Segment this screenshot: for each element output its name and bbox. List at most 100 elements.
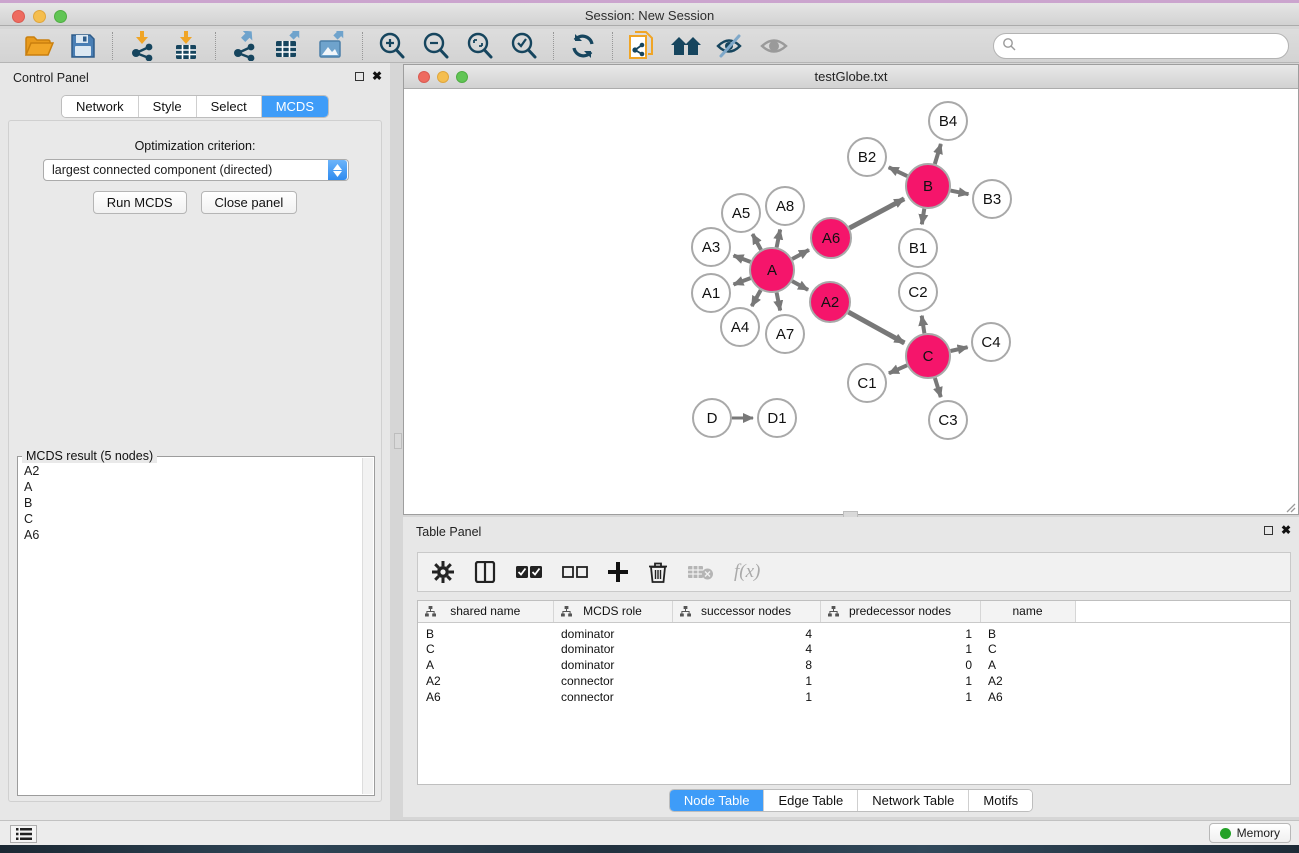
node-table[interactable]: shared nameMCDS rolesuccessor nodesprede… — [417, 600, 1291, 785]
network-window-titlebar[interactable]: testGlobe.txt — [404, 65, 1298, 89]
table-cell[interactable]: 1 — [672, 673, 820, 689]
network-from-selection-icon[interactable] — [625, 31, 659, 61]
column-header-MCDS-role[interactable]: MCDS role — [553, 601, 672, 622]
column-header-successor-nodes[interactable]: successor nodes — [672, 601, 820, 622]
node-C3[interactable]: C3 — [929, 401, 967, 439]
node-C[interactable]: C — [906, 334, 950, 378]
table-cell[interactable]: dominator — [553, 657, 672, 673]
edge-A-A3[interactable] — [734, 256, 751, 262]
vertical-divider-handle[interactable] — [394, 433, 402, 449]
table-cell[interactable]: A6 — [980, 689, 1075, 705]
resize-grip-icon[interactable] — [1284, 500, 1296, 512]
table-cell[interactable]: A — [418, 657, 553, 673]
table-cell[interactable]: A — [980, 657, 1075, 673]
edge-A6-B[interactable] — [850, 199, 905, 228]
import-table-icon[interactable] — [169, 31, 203, 61]
node-A5[interactable]: A5 — [722, 194, 760, 232]
network-canvas[interactable]: AA1A2A3A4A5A6A7A8BB1B2B3B4CC1C2C3C4DD1 — [404, 89, 1298, 514]
table-cell[interactable]: 4 — [672, 622, 820, 641]
mcds-result-item[interactable]: A — [24, 479, 362, 495]
column-header-shared-name[interactable]: shared name — [418, 601, 553, 622]
close-table-panel-icon[interactable]: ✖ — [1281, 525, 1291, 535]
table-cell[interactable]: connector — [553, 689, 672, 705]
column-header-predecessor-nodes[interactable]: predecessor nodes — [820, 601, 980, 622]
mcds-result-list[interactable]: A2ABCA6 — [19, 463, 362, 794]
table-cell[interactable]: A2 — [418, 673, 553, 689]
hide-selected-icon[interactable] — [713, 31, 747, 61]
edge-B-B3[interactable] — [951, 191, 969, 195]
edge-C-C2[interactable] — [922, 316, 925, 334]
edge-B-B4[interactable] — [935, 144, 941, 164]
mcds-result-item[interactable]: B — [24, 495, 362, 511]
edge-A-A5[interactable] — [753, 234, 762, 250]
zoom-in-icon[interactable] — [375, 31, 409, 61]
table-cell[interactable]: 1 — [820, 689, 980, 705]
node-A6[interactable]: A6 — [811, 218, 851, 258]
table-options-gear-icon[interactable] — [432, 561, 454, 583]
export-table-icon[interactable] — [272, 31, 306, 61]
edge-A-A4[interactable] — [752, 290, 761, 306]
edge-C-C1[interactable] — [889, 365, 907, 373]
node-A[interactable]: A — [750, 248, 794, 292]
node-B[interactable]: B — [906, 164, 950, 208]
node-B1[interactable]: B1 — [899, 229, 937, 267]
export-network-icon[interactable] — [228, 31, 262, 61]
table-row[interactable]: A2connector11A2 — [418, 673, 1290, 689]
node-C2[interactable]: C2 — [899, 273, 937, 311]
edge-A-A1[interactable] — [734, 278, 751, 284]
edge-C-C4[interactable] — [951, 347, 968, 351]
close-panel-button[interactable]: Close panel — [201, 191, 298, 214]
mcds-result-item[interactable]: C — [24, 511, 362, 527]
table-row[interactable]: Cdominator41C — [418, 641, 1290, 657]
save-session-icon[interactable] — [66, 31, 100, 61]
run-mcds-button[interactable]: Run MCDS — [93, 191, 187, 214]
edge-A-A7[interactable] — [777, 293, 781, 311]
edge-B-B2[interactable] — [889, 167, 908, 176]
first-neighbors-icon[interactable] — [669, 31, 703, 61]
table-cell[interactable]: B — [418, 622, 553, 641]
node-A7[interactable]: A7 — [766, 315, 804, 353]
network-graph[interactable]: AA1A2A3A4A5A6A7A8BB1B2B3B4CC1C2C3C4DD1 — [404, 89, 1298, 514]
deselect-all-icon[interactable] — [562, 564, 588, 580]
search-input[interactable] — [1016, 39, 1288, 53]
table-cell[interactable]: A2 — [980, 673, 1075, 689]
tab-select[interactable]: Select — [197, 96, 262, 117]
delete-column-icon[interactable] — [648, 561, 668, 583]
node-A8[interactable]: A8 — [766, 187, 804, 225]
zoom-selected-icon[interactable] — [507, 31, 541, 61]
close-panel-icon[interactable]: ✖ — [372, 71, 382, 81]
column-header-name[interactable]: name — [980, 601, 1075, 622]
scrollbar[interactable] — [362, 458, 373, 794]
show-all-icon[interactable] — [757, 31, 791, 61]
mcds-result-item[interactable]: A6 — [24, 527, 362, 543]
table-cell[interactable]: 1 — [820, 622, 980, 641]
node-B4[interactable]: B4 — [929, 102, 967, 140]
node-A2[interactable]: A2 — [810, 282, 850, 322]
node-C4[interactable]: C4 — [972, 323, 1010, 361]
table-cell[interactable]: 0 — [820, 657, 980, 673]
export-image-icon[interactable] — [316, 31, 350, 61]
node-A1[interactable]: A1 — [692, 274, 730, 312]
show-columns-icon[interactable] — [474, 561, 496, 583]
table-cell[interactable]: 8 — [672, 657, 820, 673]
add-column-icon[interactable] — [608, 562, 628, 582]
node-A3[interactable]: A3 — [692, 228, 730, 266]
tab-edge-table[interactable]: Edge Table — [764, 790, 858, 811]
node-A4[interactable]: A4 — [721, 308, 759, 346]
memory-button[interactable]: Memory — [1209, 823, 1291, 843]
table-row[interactable]: A6connector11A6 — [418, 689, 1290, 705]
tab-mcds[interactable]: MCDS — [262, 96, 328, 117]
table-cell[interactable]: dominator — [553, 641, 672, 657]
table-cell[interactable]: 1 — [820, 673, 980, 689]
table-row[interactable]: Bdominator41B — [418, 622, 1290, 641]
tab-network-table[interactable]: Network Table — [858, 790, 969, 811]
import-network-icon[interactable] — [125, 31, 159, 61]
edge-A2-C[interactable] — [848, 312, 904, 343]
task-history-button[interactable] — [10, 825, 37, 843]
zoom-out-icon[interactable] — [419, 31, 453, 61]
table-cell[interactable]: connector — [553, 673, 672, 689]
node-D[interactable]: D — [693, 399, 731, 437]
float-table-panel-icon[interactable] — [1264, 526, 1273, 535]
tab-motifs[interactable]: Motifs — [969, 790, 1032, 811]
edge-A-A2[interactable] — [792, 281, 808, 290]
